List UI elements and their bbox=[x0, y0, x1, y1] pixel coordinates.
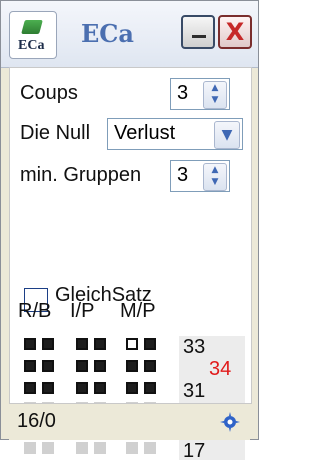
min-gruppen-label: min. Gruppen bbox=[20, 164, 142, 186]
chevron-down-icon[interactable]: ▼ bbox=[214, 121, 240, 149]
spin-up-icon: ▲ bbox=[211, 165, 219, 175]
pattern-cell bbox=[144, 382, 156, 394]
result-number: 17 bbox=[183, 440, 206, 462]
results-column: 33 34 31 13 34 17 bbox=[179, 336, 245, 462]
pattern-cell bbox=[94, 442, 106, 454]
die-null-label: Die Null bbox=[20, 122, 91, 144]
pattern-cell bbox=[42, 338, 54, 350]
pattern-cell bbox=[94, 382, 106, 394]
die-null-value: Verlust bbox=[114, 122, 176, 144]
min-gruppen-value: 3 bbox=[177, 164, 189, 186]
column-header-rb: R/B bbox=[18, 300, 52, 322]
column-header-ip: I/P bbox=[70, 300, 95, 322]
minimize-icon bbox=[192, 35, 206, 38]
pattern-cell bbox=[144, 338, 156, 350]
settings-gear-icon[interactable] bbox=[218, 410, 242, 434]
status-bar: 16/0 bbox=[9, 403, 250, 440]
coups-label: Coups bbox=[20, 82, 78, 104]
pattern-cell bbox=[76, 338, 88, 350]
coups-spinner-buttons[interactable]: ▲ ▼ bbox=[203, 81, 227, 109]
pattern-cell bbox=[76, 442, 88, 454]
pattern-cell bbox=[144, 442, 156, 454]
status-text: 16/0 bbox=[17, 410, 56, 432]
pattern-cell bbox=[76, 382, 88, 394]
close-button[interactable]: X bbox=[218, 15, 252, 49]
result-number: 33 bbox=[183, 336, 206, 358]
spin-up-icon: ▲ bbox=[211, 83, 219, 93]
pattern-cell bbox=[24, 382, 36, 394]
pattern-cell bbox=[94, 360, 106, 372]
pattern-cell bbox=[126, 382, 138, 394]
pattern-cell bbox=[126, 360, 138, 372]
pattern-cell bbox=[42, 442, 54, 454]
pattern-cell bbox=[126, 442, 138, 454]
app-window: ECa ECa X Coups 3 ▲ ▼ Die Null Verlust ▼ … bbox=[0, 0, 259, 462]
pattern-cell bbox=[94, 338, 106, 350]
column-header-mp: M/P bbox=[120, 300, 156, 322]
pattern-cell bbox=[24, 360, 36, 372]
title-bar: ECa ECa X bbox=[1, 1, 258, 68]
min-gruppen-spinner[interactable]: 3 ▲ ▼ bbox=[170, 160, 230, 192]
settings-panel: Coups 3 ▲ ▼ Die Null Verlust ▼ min. Grupp… bbox=[9, 67, 252, 462]
pattern-cell bbox=[126, 338, 138, 350]
app-logo-icon bbox=[21, 20, 43, 34]
coups-spinner[interactable]: 3 ▲ ▼ bbox=[170, 78, 230, 110]
spin-down-icon: ▼ bbox=[211, 95, 219, 105]
coups-value: 3 bbox=[177, 82, 189, 104]
result-number: 34 bbox=[209, 358, 232, 380]
window-title: ECa bbox=[81, 19, 134, 48]
pattern-cell bbox=[144, 360, 156, 372]
app-icon[interactable]: ECa bbox=[9, 11, 57, 59]
minimize-button[interactable] bbox=[181, 15, 215, 49]
pattern-cell bbox=[76, 360, 88, 372]
pattern-cell bbox=[24, 338, 36, 350]
min-gruppen-spinner-buttons[interactable]: ▲ ▼ bbox=[203, 163, 227, 191]
pattern-cell bbox=[42, 360, 54, 372]
pattern-cell bbox=[24, 442, 36, 454]
app-icon-label: ECa bbox=[18, 38, 45, 53]
spin-down-icon: ▼ bbox=[211, 177, 219, 187]
close-icon: X bbox=[225, 18, 245, 46]
die-null-select[interactable]: Verlust ▼ bbox=[107, 118, 243, 150]
pattern-cell bbox=[42, 382, 54, 394]
